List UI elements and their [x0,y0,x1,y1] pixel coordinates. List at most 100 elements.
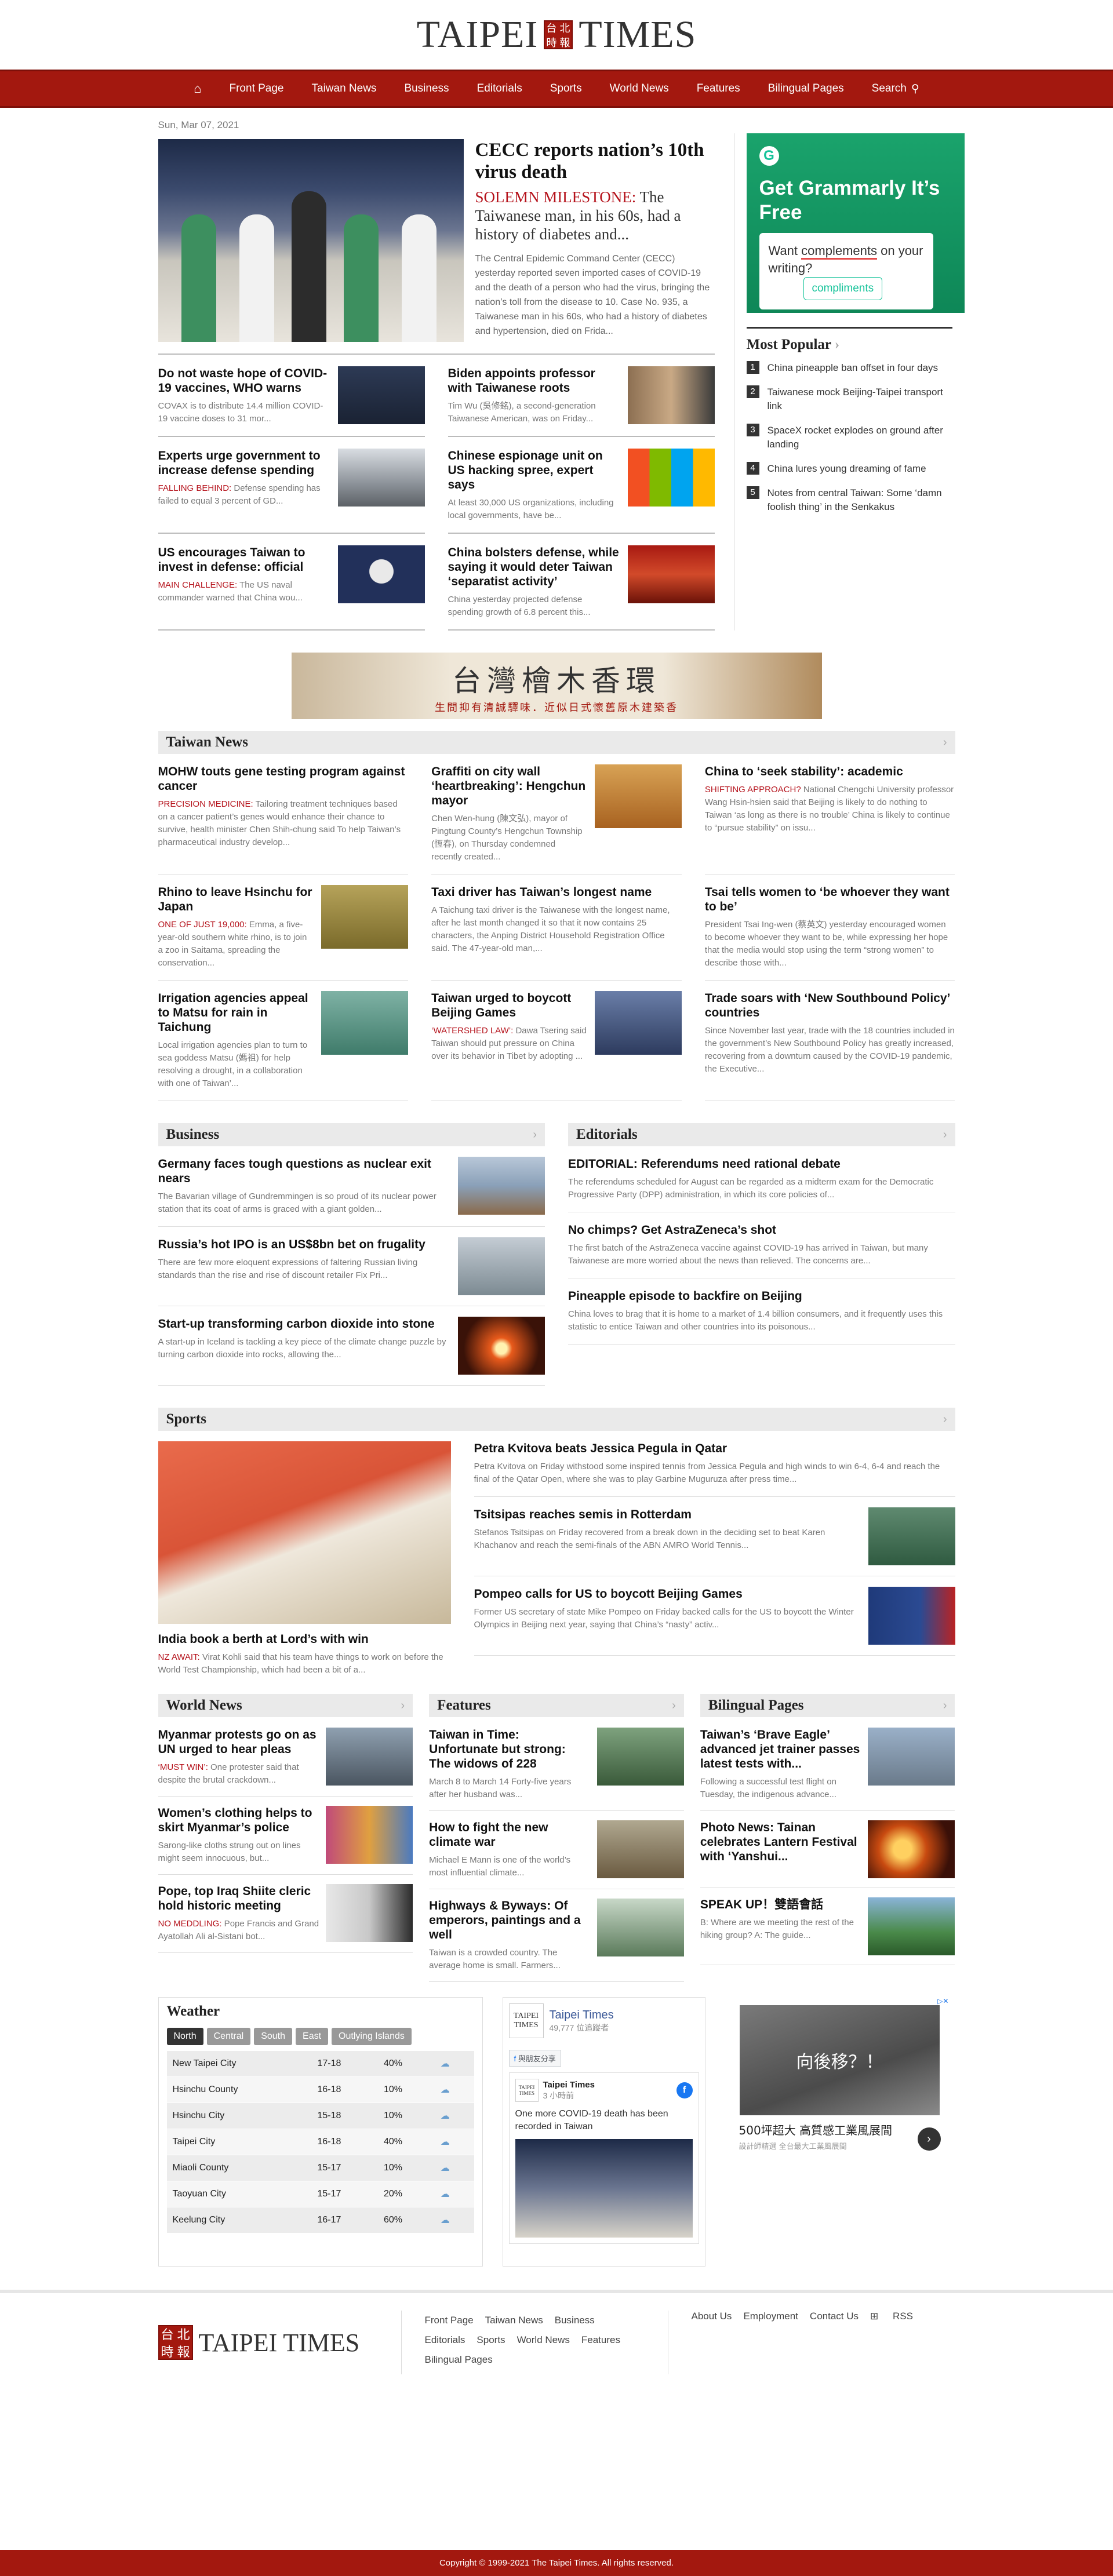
footer-link[interactable]: Sports [477,2334,505,2345]
story-thumbnail[interactable] [458,1237,545,1295]
section-header-sports[interactable]: Sports › [158,1408,955,1431]
footer-link-rss[interactable]: ⊞ RSS [870,2311,925,2322]
story-card[interactable]: How to fight the new climate war Michael … [429,1820,684,1889]
section-header-world-news[interactable]: World News › [158,1694,413,1717]
story-thumbnail[interactable] [337,366,425,424]
footer-link[interactable]: World News [517,2334,570,2345]
nav-sports[interactable]: Sports [536,82,596,95]
fb-post-image[interactable] [515,2139,693,2238]
story-title[interactable]: SPEAK UP！雙語會話 [700,1897,861,1912]
site-logo[interactable]: TAIPEI 台 北 時 報 TIMES [417,13,697,57]
story-title[interactable]: Taiwan’s ‘Brave Eagle’ advanced jet trai… [700,1728,861,1771]
story-title[interactable]: Pompeo calls for US to boycott Beijing G… [474,1587,860,1601]
lead-story[interactable]: CECC reports nation’s 10th virus death S… [158,139,715,355]
story-thumbnail[interactable] [321,991,409,1055]
story-title[interactable]: India book a berth at Lord’s with win [158,1632,451,1646]
popular-item[interactable]: 1 China pineapple ban offset in four days [746,361,952,375]
nav-search[interactable]: Search ⚲ [858,82,933,96]
story-card[interactable]: MOHW touts gene testing program against … [158,764,409,875]
story-card[interactable]: Women’s clothing helps to skirt Myanmar’… [158,1806,413,1875]
story-title[interactable]: Taiwan in Time: Unfortunate but strong: … [429,1728,590,1771]
story-title[interactable]: Tsitsipas reaches semis in Rotterdam [474,1507,860,1522]
story-card[interactable]: Pope, top Iraq Shiite cleric hold histor… [158,1884,413,1953]
story-card[interactable]: Tsitsipas reaches semis in Rotterdam Stef… [474,1507,955,1576]
story-thumbnail[interactable] [458,1157,545,1215]
section-header-editorials[interactable]: Editorials › [568,1123,955,1146]
story-card[interactable]: Photo News: Tainan celebrates Lantern Fe… [700,1820,955,1888]
story-title[interactable]: China bolsters defense, while saying it … [448,545,620,589]
story-thumbnail[interactable] [458,1317,545,1375]
story-card[interactable]: US encourages Taiwan to invest in defens… [158,534,425,631]
fb-page-logo[interactable]: TAIPEI TIMES [508,2003,544,2038]
story-title[interactable]: Pope, top Iraq Shiite cleric hold histor… [158,1884,319,1913]
story-card[interactable]: Tsai tells women to ‘be whoever they wan… [704,885,955,981]
furniture-ad[interactable]: ▷✕ 向後移？！ 500坪超大 高質感工業風展間 設計師精選 全台最大工業風展間… [731,1997,949,2171]
footer-link-contact[interactable]: Contact Us [810,2311,859,2322]
story-title[interactable]: Photo News: Tainan celebrates Lantern Fe… [700,1820,861,1864]
story-thumbnail[interactable] [337,449,425,507]
nav-front-page[interactable]: Front Page [216,82,298,95]
story-thumbnail[interactable] [596,1899,684,1956]
story-card[interactable]: Irrigation agencies appeal to Matsu for … [158,991,409,1101]
story-title[interactable]: Germany faces tough questions as nuclear… [158,1157,450,1186]
story-card[interactable]: China bolsters defense, while saying it … [448,534,715,631]
story-thumbnail[interactable] [868,1820,955,1878]
lead-story-title[interactable]: CECC reports nation’s 10th virus death [475,139,715,183]
story-thumbnail[interactable] [868,1897,955,1955]
story-card[interactable]: SPEAK UP！雙語會話 B: Where are we meeting the… [700,1897,955,1965]
story-title[interactable]: Taxi driver has Taiwan’s longest name [431,885,682,899]
story-card[interactable]: Russia’s hot IPO is an US$8bn bet on fru… [158,1237,545,1306]
story-thumbnail[interactable] [627,449,715,507]
nav-editorials[interactable]: Editorials [463,82,536,95]
banner-ad[interactable]: 台灣檜木香環 生間抑有清誠驛味．近似日式懷舊原木建築香 [291,653,822,719]
story-thumbnail[interactable] [326,1728,413,1786]
story-thumbnail[interactable] [627,545,715,603]
weather-tab-outlying-islands[interactable]: Outlying Islands [332,2028,412,2045]
story-card[interactable]: No chimps? Get AstraZeneca’s shot The fir… [568,1223,955,1278]
story-thumbnail[interactable] [868,1587,955,1645]
footer-link[interactable]: Editorials [425,2334,465,2345]
story-thumbnail[interactable] [627,366,715,424]
story-card[interactable]: Myanmar protests go on as UN urged to he… [158,1728,413,1797]
popular-item[interactable]: 5 Notes from central Taiwan: Some ‘damn f… [746,486,952,514]
footer-link[interactable]: Bilingual Pages [425,2354,493,2365]
story-title[interactable]: Rhino to leave Hsinchu for Japan [158,885,314,914]
story-card[interactable]: EDITORIAL: Referendums need rational deb… [568,1157,955,1212]
footer-link[interactable]: Features [581,2334,620,2345]
story-title[interactable]: Women’s clothing helps to skirt Myanmar’… [158,1806,319,1835]
story-thumbnail[interactable] [326,1806,413,1864]
sports-lead-story[interactable]: India book a berth at Lord’s with win NZ… [158,1441,451,1677]
footer-link[interactable]: Taiwan News [485,2315,543,2326]
story-thumbnail[interactable] [868,1728,955,1786]
story-card[interactable]: Highways & Byways: Of emperors, painting… [429,1899,684,1982]
footer-link[interactable]: Business [555,2315,595,2326]
story-title[interactable]: Pineapple episode to backfire on Beijing [568,1289,955,1303]
story-card[interactable]: Pompeo calls for US to boycott Beijing G… [474,1587,955,1656]
popular-item[interactable]: 2 Taiwanese mock Beijing-Taipei transport… [746,385,952,413]
story-title[interactable]: Chinese espionage unit on US hacking spr… [448,449,620,492]
most-popular-title[interactable]: Most Popular › [747,337,952,353]
story-title[interactable]: Highways & Byways: Of emperors, painting… [429,1899,590,1942]
lead-story-image[interactable] [158,139,464,342]
story-title[interactable]: How to fight the new climate war [429,1820,590,1849]
story-title[interactable]: No chimps? Get AstraZeneca’s shot [568,1223,955,1237]
story-title[interactable]: Russia’s hot IPO is an US$8bn bet on fru… [158,1237,450,1252]
story-title[interactable]: Experts urge government to increase defe… [158,449,330,478]
weather-tab-north[interactable]: North [166,2028,203,2045]
ad-next-arrow-icon[interactable]: › [917,2127,941,2151]
story-card[interactable]: Pineapple episode to backfire on Beijing… [568,1289,955,1345]
story-card[interactable]: Start-up transforming carbon dioxide int… [158,1317,545,1386]
story-card[interactable]: Biden appoints professor with Taiwanese … [448,355,715,437]
story-title[interactable]: MOHW touts gene testing program against … [158,764,409,793]
footer-logo[interactable]: 台北時報 TAIPEI TIMES [158,2311,402,2374]
story-title[interactable]: Irrigation agencies appeal to Matsu for … [158,991,314,1034]
nav-world-news[interactable]: World News [596,82,683,95]
popular-item[interactable]: 3 SpaceX rocket explodes on ground after … [746,424,952,451]
nav-features[interactable]: Features [683,82,754,95]
story-title[interactable]: EDITORIAL: Referendums need rational deb… [568,1157,955,1171]
story-title[interactable]: Tsai tells women to ‘be whoever they wan… [705,885,955,914]
popular-item[interactable]: 4 China lures young dreaming of fame [746,462,952,476]
story-thumbnail[interactable] [326,1884,413,1942]
story-card[interactable]: Petra Kvitova beats Jessica Pegula in Qa… [474,1441,955,1497]
weather-tab-east[interactable]: East [296,2028,329,2045]
